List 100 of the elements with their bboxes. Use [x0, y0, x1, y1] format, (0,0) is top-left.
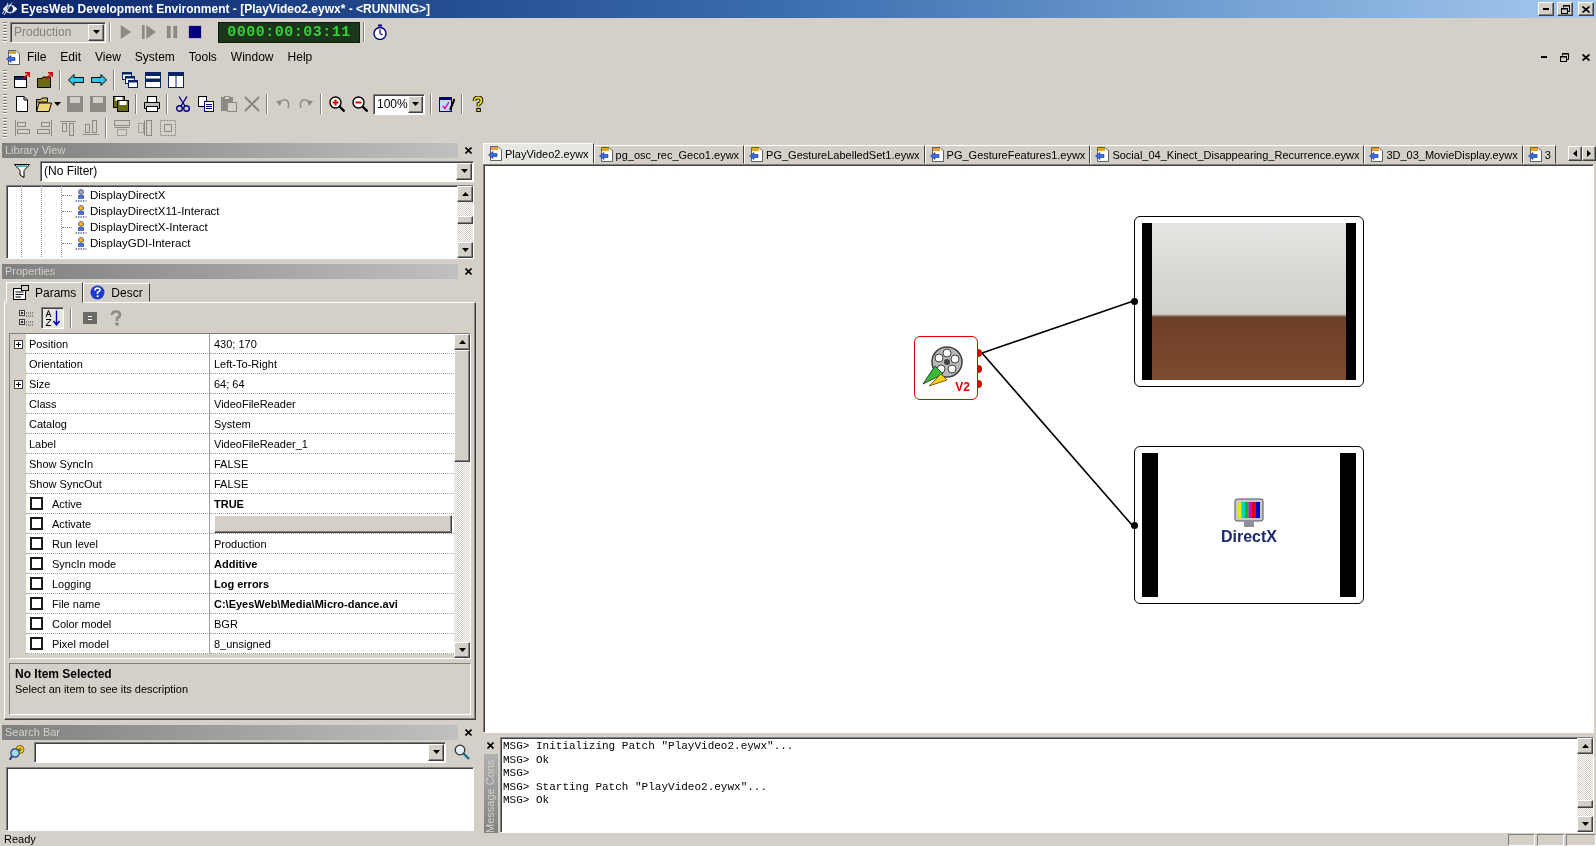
property-value[interactable]: BGR	[214, 617, 238, 630]
scroll-down-button[interactable]	[457, 242, 473, 258]
document-tab[interactable]: 3D_03_MovieDisplay.eywx	[1364, 145, 1523, 164]
property-value[interactable]: 430; 170	[214, 337, 257, 350]
document-tab[interactable]: Social_04_Kinect_Disappearing_Recurrence.eywx	[1090, 145, 1365, 164]
description-text: Select an item to see its description	[15, 683, 190, 695]
property-name[interactable]: Label	[29, 437, 56, 450]
toolbar-grip[interactable]	[3, 94, 7, 114]
node-label: DirectX	[1221, 528, 1277, 546]
video-reader-node[interactable]: V2	[914, 336, 978, 400]
property-name[interactable]: Run level	[52, 537, 98, 550]
document-tab[interactable]: pg_osc_rec_Geco1.eywx	[593, 145, 745, 164]
checkbox[interactable]	[30, 497, 43, 510]
property-value[interactable]: 8_unsigned	[214, 637, 271, 650]
property-name[interactable]: Activate	[52, 517, 92, 530]
expand-icon[interactable]	[13, 339, 23, 349]
property-value[interactable]: Production	[214, 537, 267, 550]
property-value[interactable]: FALSE	[214, 457, 249, 470]
document-arrow-icon	[488, 146, 502, 161]
menu-item[interactable]: Tools	[181, 49, 224, 65]
search-field[interactable]	[34, 741, 446, 763]
property-name[interactable]: Position	[29, 337, 69, 350]
dropdown-button[interactable]	[428, 743, 444, 761]
filter-dropdown[interactable]: (No Filter)	[40, 160, 474, 182]
checkbox[interactable]	[30, 637, 43, 650]
toolbar-grip[interactable]	[3, 118, 7, 138]
timer-display: 0000:00:03:11	[218, 21, 360, 43]
menu-item[interactable]: File	[20, 49, 54, 65]
checkbox[interactable]	[30, 577, 43, 590]
console-line: MSG> Starting Patch "PlayVideo2.eywx"...	[503, 780, 769, 795]
close-button[interactable]	[462, 726, 474, 739]
toolbar-grip[interactable]	[3, 70, 7, 90]
scroll-down-button[interactable]	[454, 642, 470, 658]
node-icon	[75, 220, 87, 234]
menu-item[interactable]: Edit	[53, 49, 89, 65]
activate-button[interactable]	[214, 514, 452, 533]
menu-item[interactable]: Window	[223, 49, 281, 65]
tab[interactable]: Params	[6, 282, 84, 303]
scrollbar-thumb[interactable]	[457, 216, 473, 224]
checkbox[interactable]	[30, 517, 43, 530]
dropdown-button[interactable]	[407, 95, 423, 113]
close-icon	[464, 147, 472, 154]
tab[interactable]: Descr	[83, 283, 150, 302]
property-name[interactable]: Orientation	[29, 357, 83, 370]
menu-item[interactable]: View	[88, 49, 128, 65]
close-icon	[487, 741, 494, 749]
document-tab[interactable]: PlayVideo2.eywx	[483, 143, 594, 164]
console-line: MSG> Ok	[503, 753, 551, 768]
property-value[interactable]: FALSE	[214, 477, 249, 490]
library-item[interactable]: DisplayGDI-Interact	[90, 237, 191, 249]
checkbox[interactable]	[30, 617, 43, 630]
scroll-down-button[interactable]	[1577, 816, 1593, 832]
library-item[interactable]: DisplayDirectX	[90, 189, 166, 201]
caret-icon	[460, 169, 468, 173]
document-arrow-icon	[929, 147, 944, 162]
close-button[interactable]	[484, 739, 497, 751]
video-display-node[interactable]	[1134, 216, 1364, 387]
scrollbar-thumb[interactable]	[454, 350, 470, 462]
scroll-up-button[interactable]	[457, 186, 473, 202]
property-value[interactable]: Log errors	[214, 577, 269, 590]
close-button[interactable]	[462, 265, 474, 278]
document-tab[interactable]: PG_GestureLabelledSet1.eywx	[744, 145, 925, 164]
expand-icon[interactable]	[13, 379, 23, 389]
folder-icon	[36, 72, 53, 88]
library-item[interactable]: DisplayDirectX-Interact	[90, 221, 208, 233]
property-name[interactable]: Active	[52, 497, 82, 510]
property-value[interactable]: 64; 64	[214, 377, 245, 390]
directx-display-node[interactable]: DirectX	[1134, 446, 1364, 604]
restore-button[interactable]	[1557, 2, 1573, 16]
scroll-up-button[interactable]	[454, 334, 470, 350]
dropdown-button[interactable]	[456, 162, 472, 180]
scroll-right-button[interactable]	[1582, 145, 1596, 161]
property-value[interactable]: TRUE	[214, 497, 244, 510]
sort-alphabetic-button[interactable]	[41, 307, 64, 329]
search-icon	[453, 744, 470, 760]
menu-item[interactable]: System	[127, 49, 182, 65]
property-name[interactable]: Class	[29, 397, 57, 410]
property-value[interactable]: Left-To-Right	[214, 357, 277, 370]
left-arrow-icon	[67, 72, 84, 88]
property-name[interactable]: Logging	[52, 577, 92, 590]
checkbox[interactable]	[30, 557, 43, 570]
scrollbar-thumb[interactable]	[1577, 800, 1593, 808]
property-value[interactable]: Additive	[214, 557, 258, 570]
property-name[interactable]: File name	[52, 597, 101, 610]
checkbox[interactable]	[30, 597, 43, 610]
property-name[interactable]: Catalog	[29, 417, 67, 430]
close-button[interactable]	[462, 144, 474, 157]
document-tab[interactable]: 3	[1522, 145, 1556, 164]
property-name[interactable]: Size	[29, 377, 51, 390]
toolbar-grip[interactable]	[3, 22, 7, 42]
library-item[interactable]: DisplayDirectX11-Interact	[90, 205, 220, 217]
close-button[interactable]	[1578, 2, 1594, 16]
zoom-dropdown[interactable]: 100%	[373, 93, 425, 115]
scroll-left-button[interactable]	[1568, 145, 1582, 161]
scroll-up-button[interactable]	[1577, 738, 1593, 754]
menu-item[interactable]: Help	[280, 49, 320, 65]
property-value[interactable]: System	[214, 417, 251, 430]
checkbox[interactable]	[30, 537, 43, 550]
document-tab[interactable]: PG_GestureFeatures1.eywx	[924, 145, 1091, 164]
minimize-button[interactable]	[1538, 2, 1554, 16]
